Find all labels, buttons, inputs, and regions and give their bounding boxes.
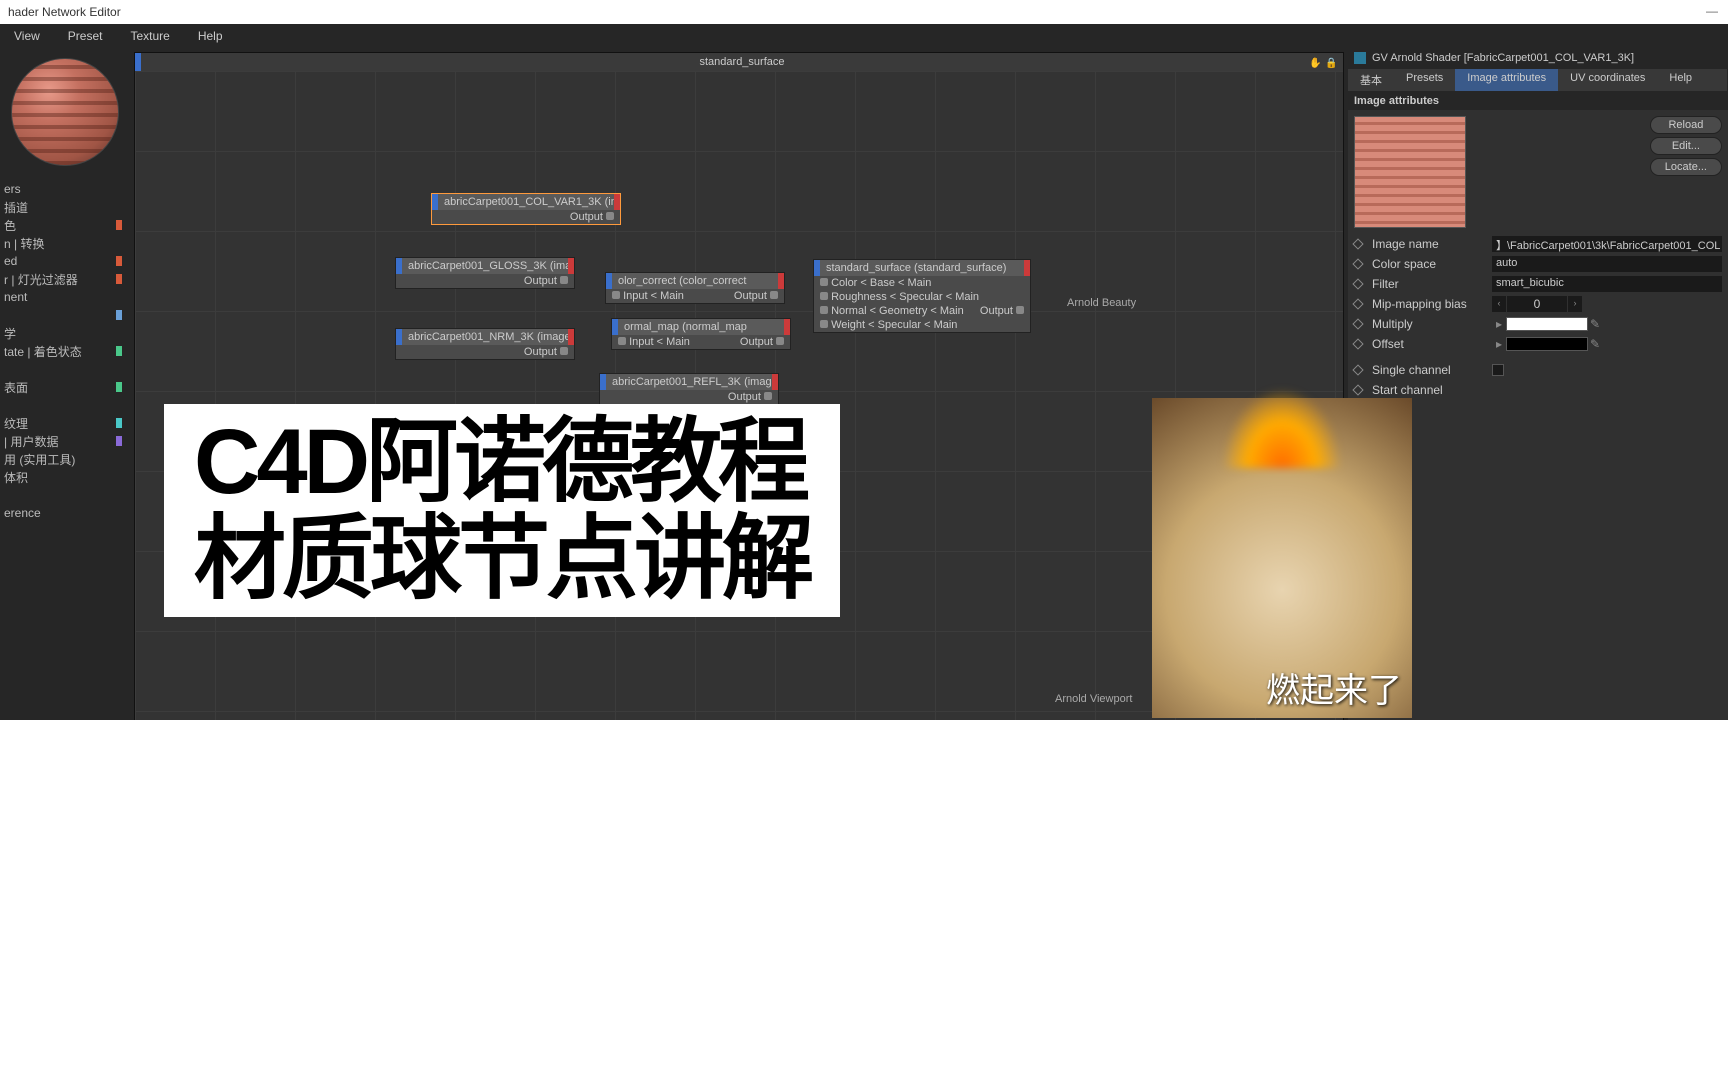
sidebar-item[interactable]: nent xyxy=(0,288,130,306)
output-arnold-beauty[interactable]: Arnold Beauty xyxy=(1067,297,1136,309)
filter-field[interactable]: smart_bicubic xyxy=(1492,276,1722,292)
graph-title-bar: standard_surface ✋ 🔒 xyxy=(135,53,1343,71)
color-swatch-icon xyxy=(116,310,122,320)
attr-filter: Filter smart_bicubic xyxy=(1348,274,1728,294)
graph-title-text: standard_surface xyxy=(700,56,785,68)
window-titlebar: hader Network Editor — xyxy=(0,0,1728,24)
section-header: Image attributes xyxy=(1348,92,1728,110)
node-image-nrm[interactable]: abricCarpet001_NRM_3K (image Output xyxy=(395,328,575,360)
category-list: ers插道色n | 转换edr | 灯光过滤器nent 学tate | 着色状态表… xyxy=(0,176,130,526)
panel-title: GV Arnold Shader [FabricCarpet001_COL_VA… xyxy=(1348,48,1728,68)
sidebar-item[interactable]: 插道 xyxy=(0,198,130,216)
tab-image-attributes[interactable]: Image attributes xyxy=(1455,69,1558,91)
color-swatch-icon xyxy=(116,220,122,230)
sidebar-item[interactable] xyxy=(0,486,130,504)
keyframe-icon[interactable] xyxy=(1352,364,1363,375)
window-controls: — xyxy=(1706,4,1718,18)
color-picker-icon[interactable]: ✎ xyxy=(1588,337,1602,351)
locate-button[interactable]: Locate... xyxy=(1650,158,1722,176)
sidebar-item[interactable]: ed xyxy=(0,252,130,270)
window-title: hader Network Editor xyxy=(8,5,121,19)
node-image-col[interactable]: abricCarpet001_COL_VAR1_3K (image Output xyxy=(431,193,621,225)
menu-texture[interactable]: Texture xyxy=(116,29,183,43)
node-color-correct[interactable]: olor_correct (color_correct Input < Main… xyxy=(605,272,785,304)
keyframe-icon[interactable] xyxy=(1352,298,1363,309)
attr-mip-bias: Mip-mapping bias ‹ 0 › xyxy=(1348,294,1728,314)
image-name-field[interactable]: 】\FabricCarpet001\3k\FabricCarpet001_COL xyxy=(1492,236,1722,252)
sidebar-item[interactable]: 学 xyxy=(0,324,130,342)
sidebar-item[interactable]: ers xyxy=(0,180,130,198)
sidebar-item[interactable] xyxy=(0,306,130,324)
sidebar-item[interactable]: 纹理 xyxy=(0,414,130,432)
attr-single-channel: Single channel xyxy=(1348,360,1728,380)
sidebar-item[interactable]: | 用户数据 xyxy=(0,432,130,450)
keyframe-icon[interactable] xyxy=(1352,258,1363,269)
flame-icon xyxy=(1222,388,1342,468)
node-image-gloss[interactable]: abricCarpet001_GLOSS_3K (image Output xyxy=(395,257,575,289)
property-tabs: 基本 Presets Image attributes UV coordinat… xyxy=(1348,68,1728,92)
texture-preview[interactable] xyxy=(1354,116,1466,228)
keyframe-icon[interactable] xyxy=(1352,338,1363,349)
sidebar-item[interactable]: r | 灯光过滤器 xyxy=(0,270,130,288)
offset-color[interactable] xyxy=(1506,337,1588,351)
tab-uv-coordinates[interactable]: UV coordinates xyxy=(1558,69,1657,91)
menu-help[interactable]: Help xyxy=(184,29,237,43)
sidebar-item[interactable]: 表面 xyxy=(0,378,130,396)
sidebar-item[interactable]: 体积 xyxy=(0,468,130,486)
keyframe-icon[interactable] xyxy=(1352,384,1363,395)
attr-start-channel: Start channel xyxy=(1348,380,1728,400)
sidebar-item[interactable]: 用 (实用工具) xyxy=(0,450,130,468)
sidebar-item[interactable] xyxy=(0,360,130,378)
menubar: View Preset Texture Help xyxy=(0,24,1728,48)
chevron-left-icon[interactable]: ‹ xyxy=(1492,296,1506,312)
color-swatch-icon xyxy=(116,256,122,266)
multiply-color[interactable] xyxy=(1506,317,1588,331)
menu-view[interactable]: View xyxy=(0,29,54,43)
lock-icon[interactable]: 🔒 xyxy=(1325,55,1337,67)
keyframe-icon[interactable] xyxy=(1352,318,1363,329)
tab-help[interactable]: Help xyxy=(1657,69,1727,91)
node-normal-map[interactable]: ormal_map (normal_map Input < Main Outpu… xyxy=(611,318,791,350)
hand-icon[interactable]: ✋ xyxy=(1309,55,1321,67)
node-title: abricCarpet001_COL_VAR1_3K (image xyxy=(432,194,620,210)
overlay-title: C4D阿诺德教程 材质球节点讲解 xyxy=(164,404,840,617)
mip-bias-spinner[interactable]: ‹ 0 › xyxy=(1492,296,1582,312)
color-swatch-icon xyxy=(116,274,122,284)
sidebar-item[interactable]: n | 转换 xyxy=(0,234,130,252)
edit-button[interactable]: Edit... xyxy=(1650,137,1722,155)
tab-presets[interactable]: Presets xyxy=(1394,69,1455,91)
sidebar-item[interactable] xyxy=(0,396,130,414)
single-channel-checkbox[interactable] xyxy=(1492,364,1504,376)
sidebar-item[interactable]: 色 xyxy=(0,216,130,234)
minimize-icon[interactable]: — xyxy=(1706,4,1718,18)
arnold-logo-icon xyxy=(1354,52,1366,64)
colorspace-field[interactable]: auto xyxy=(1492,256,1722,272)
sidebar-item[interactable]: erence xyxy=(0,504,130,522)
output-arnold-viewport[interactable]: Arnold Viewport xyxy=(1055,693,1132,705)
menu-preset[interactable]: Preset xyxy=(54,29,117,43)
node-standard-surface[interactable]: standard_surface (standard_surface) Colo… xyxy=(813,259,1031,333)
color-swatch-icon xyxy=(116,382,122,392)
tab-basic[interactable]: 基本 xyxy=(1348,69,1394,91)
expand-arrow-icon[interactable]: ▸ xyxy=(1492,317,1506,331)
material-preview-ball[interactable] xyxy=(11,58,119,166)
reload-button[interactable]: Reload xyxy=(1650,116,1722,134)
attr-multiply: Multiply ▸ ✎ xyxy=(1348,314,1728,334)
keyframe-icon[interactable] xyxy=(1352,278,1363,289)
color-picker-icon[interactable]: ✎ xyxy=(1588,317,1602,331)
attr-offset: Offset ▸ ✎ xyxy=(1348,334,1728,354)
chevron-right-icon[interactable]: › xyxy=(1568,296,1582,312)
node-image-refl[interactable]: abricCarpet001_REFL_3K (image Output xyxy=(599,373,779,405)
bottom-white-area xyxy=(0,720,1728,1080)
color-swatch-icon xyxy=(116,436,122,446)
sidebar-item[interactable]: tate | 着色状态 xyxy=(0,342,130,360)
attr-image-name: Image name 】\FabricCarpet001\3k\FabricCa… xyxy=(1348,234,1728,254)
expand-arrow-icon[interactable]: ▸ xyxy=(1492,337,1506,351)
keyframe-icon[interactable] xyxy=(1352,238,1363,249)
color-swatch-icon xyxy=(116,418,122,428)
dog-meme-image: 燃起来了 xyxy=(1152,398,1412,718)
attr-colorspace: Color space auto xyxy=(1348,254,1728,274)
color-swatch-icon xyxy=(116,346,122,356)
